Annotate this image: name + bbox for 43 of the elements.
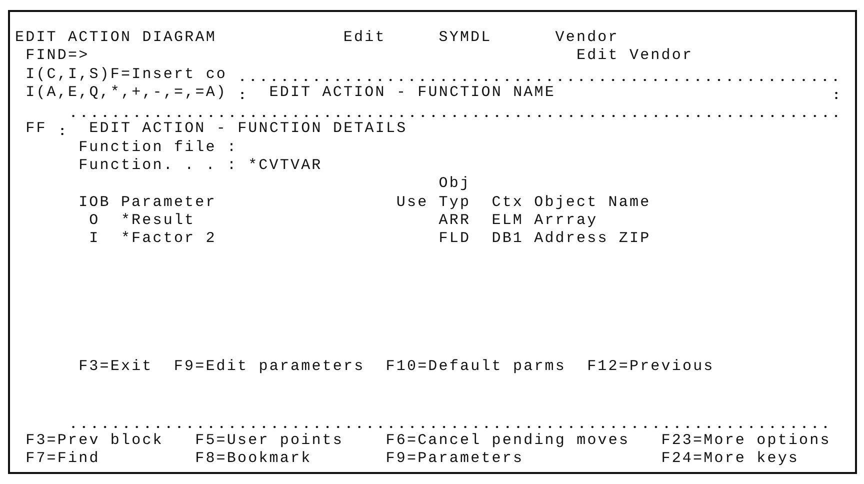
window-title: EDIT ACTION - FUNCTION NAME xyxy=(269,84,556,102)
function-key-hint: F3=Prev block xyxy=(26,432,164,450)
table-cell: ARR xyxy=(438,212,471,230)
entity-name: Vendor xyxy=(555,29,619,48)
column-header: IOB xyxy=(78,194,110,212)
column-header: Typ xyxy=(438,194,471,212)
function-key-hint: F9=Edit parameters xyxy=(174,358,365,377)
field-label: Function. . . : xyxy=(78,157,238,176)
table-cell: Arrray xyxy=(534,212,598,230)
table-cell: *Factor 2 xyxy=(120,230,216,249)
function-key-hint: F6=Cancel pending moves xyxy=(386,432,630,450)
function-key-hint: F3=Exit xyxy=(78,358,153,377)
model-name: SYMDL xyxy=(438,29,492,48)
table-cell: O xyxy=(89,212,100,230)
function-key-hint: F7=Find xyxy=(26,450,100,468)
column-header: Obj xyxy=(438,175,471,194)
insert-hint: I(C,I,S)F=Insert co xyxy=(26,66,228,84)
table-cell: Address ZIP xyxy=(534,230,651,249)
mode-label: Edit xyxy=(343,29,386,48)
column-header: Object Name xyxy=(534,194,651,212)
function-key-hint: F24=More keys xyxy=(661,450,800,468)
screen-title: EDIT ACTION DIAGRAM xyxy=(15,29,216,48)
table-cell: FLD xyxy=(438,230,471,249)
function-key-hint: F10=Default parms xyxy=(386,358,566,377)
function-key-hint: F12=Previous xyxy=(587,358,714,377)
window-title: EDIT ACTION - FUNCTION DETAILS xyxy=(89,120,408,139)
table-cell: I xyxy=(89,230,100,249)
line-code: FF xyxy=(26,120,47,139)
table-cell: DB1 xyxy=(492,230,524,249)
column-header: Use xyxy=(396,194,428,212)
table-cell: *Result xyxy=(120,212,196,230)
function-key-hint: F5=User points xyxy=(195,432,344,450)
field-value: *CVTVAR xyxy=(248,157,322,176)
action-hint: I(A,E,Q,*,+,-,=,=A) xyxy=(26,84,228,102)
function-key-hint: F9=Parameters xyxy=(386,450,524,468)
field-label: Function file : xyxy=(78,138,238,158)
column-header: Ctx xyxy=(492,194,524,212)
function-key-hint: F8=Bookmark xyxy=(195,450,312,468)
table-cell: ELM xyxy=(492,212,524,230)
context-label: Edit Vendor xyxy=(576,47,694,66)
column-header: Parameter xyxy=(120,194,216,212)
find-prompt: FIND=> xyxy=(26,47,90,66)
function-key-hint: F23=More options xyxy=(661,432,831,450)
